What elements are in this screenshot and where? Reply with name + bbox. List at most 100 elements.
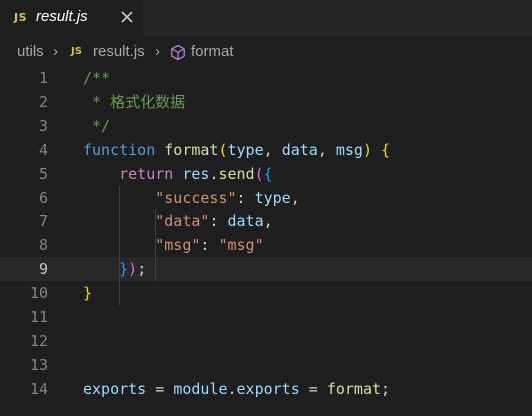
code-line[interactable]: 7 "data": data,: [0, 209, 532, 234]
code-token: .: [227, 379, 237, 398]
indent-guide: [119, 281, 121, 306]
code-token: :: [200, 236, 219, 255]
code-line[interactable]: 12: [0, 329, 532, 353]
line-number: 2: [38, 92, 48, 111]
breadcrumb: utils › JS result.js › format: [0, 40, 532, 64]
code-line[interactable]: 4 function format(type, data, msg) {: [0, 138, 532, 162]
code-token: ,: [263, 140, 282, 159]
javascript-file-icon: JS: [14, 11, 28, 24]
code-token: */: [83, 116, 111, 135]
line-number: 14: [29, 379, 48, 398]
code-line[interactable]: 10}: [0, 281, 532, 306]
code-token: "data": [155, 212, 210, 231]
code-token: {: [263, 164, 273, 183]
line-number: 5: [38, 164, 48, 183]
code-line[interactable]: 9 });: [0, 257, 532, 282]
code-token: format: [326, 379, 382, 398]
code-line[interactable]: 2 * 格式化数据: [0, 90, 532, 114]
line-number: 1: [38, 69, 48, 87]
code-token: =: [146, 379, 174, 398]
code-token: exports: [83, 379, 147, 398]
code-token: ): [362, 140, 372, 159]
cube-icon: [171, 44, 185, 61]
code-line[interactable]: 3 */: [0, 114, 532, 138]
code-token: ;: [137, 260, 147, 279]
close-icon[interactable]: [118, 8, 136, 26]
code-text: "msg": "msg": [83, 233, 264, 257]
code-text: function format(type, data, msg) {: [83, 138, 390, 162]
code-token: return: [119, 164, 174, 183]
code-line[interactable]: 11: [0, 305, 532, 329]
line-number: 4: [38, 140, 48, 159]
chevron-right-icon: ›: [155, 43, 160, 60]
code-token: type: [227, 140, 264, 159]
code-token: format: [164, 140, 219, 159]
code-token: type: [254, 188, 291, 207]
breadcrumb-folder[interactable]: utils: [17, 43, 44, 60]
code-token: (: [254, 164, 264, 183]
code-token: "msg": [218, 236, 264, 255]
code-text: });: [83, 257, 146, 281]
code-text: /**: [83, 66, 110, 90]
code-token: exports: [236, 379, 300, 398]
code-token: (: [218, 140, 228, 159]
code-line[interactable]: 14 exports = module.exports = format;: [0, 377, 532, 401]
code-token: }: [119, 260, 129, 279]
code-editor[interactable]: 1/** 2 * 格式化数据 3 */4 function format(type, …: [0, 66, 532, 416]
code-line[interactable]: 13: [0, 353, 532, 377]
code-text: }: [83, 281, 92, 305]
line-number: 11: [29, 308, 48, 326]
code-text: exports = module.exports = format;: [83, 377, 390, 401]
code-token: }: [83, 284, 93, 303]
line-number: 3: [38, 116, 48, 135]
code-token: data: [227, 212, 264, 231]
code-token: {: [381, 140, 391, 159]
line-number: 9: [38, 260, 48, 279]
tab-result-js[interactable]: JS result.js: [0, 0, 143, 36]
breadcrumb-symbol[interactable]: format: [191, 43, 234, 60]
code-token: module: [173, 379, 228, 398]
code-token: send: [218, 164, 255, 183]
line-number: 13: [29, 355, 48, 374]
line-number: 7: [38, 212, 48, 231]
code-text: return res.send({: [83, 162, 273, 186]
javascript-file-icon: JS: [71, 46, 82, 57]
code-token: ;: [381, 379, 391, 398]
line-number: 6: [38, 188, 48, 207]
code-text: "success": type,: [83, 186, 300, 210]
code-token: :: [209, 212, 228, 231]
indent-guide: [155, 257, 157, 282]
code-line[interactable]: 5 return res.send({: [0, 162, 532, 186]
code-token: ,: [290, 188, 300, 207]
code-token: * 格式化数据: [83, 92, 186, 111]
code-token: :: [236, 188, 255, 207]
code-text: * 格式化数据: [83, 90, 185, 114]
code-token: ,: [263, 212, 273, 231]
code-token: function: [83, 140, 156, 159]
code-token: ,: [317, 140, 336, 159]
code-text: "data": data,: [83, 209, 273, 233]
code-token: data: [281, 140, 318, 159]
code-line[interactable]: 1 /**: [0, 66, 532, 90]
code-line[interactable]: 8 "msg": "msg": [0, 233, 532, 258]
code-token: res: [182, 164, 210, 183]
tab-label[interactable]: result.js: [36, 8, 88, 25]
code-token: msg: [335, 140, 363, 159]
code-text: */: [83, 114, 110, 138]
code-token: =: [299, 379, 327, 398]
line-number: 12: [29, 331, 48, 350]
code-line[interactable]: 6 "success": type,: [0, 185, 532, 210]
breadcrumb-file[interactable]: result.js: [93, 43, 145, 60]
code-token: "success": [155, 188, 237, 207]
chevron-right-icon: ›: [53, 43, 58, 60]
tab-bar: JS result.js: [0, 0, 532, 36]
code-token: ): [128, 260, 138, 279]
